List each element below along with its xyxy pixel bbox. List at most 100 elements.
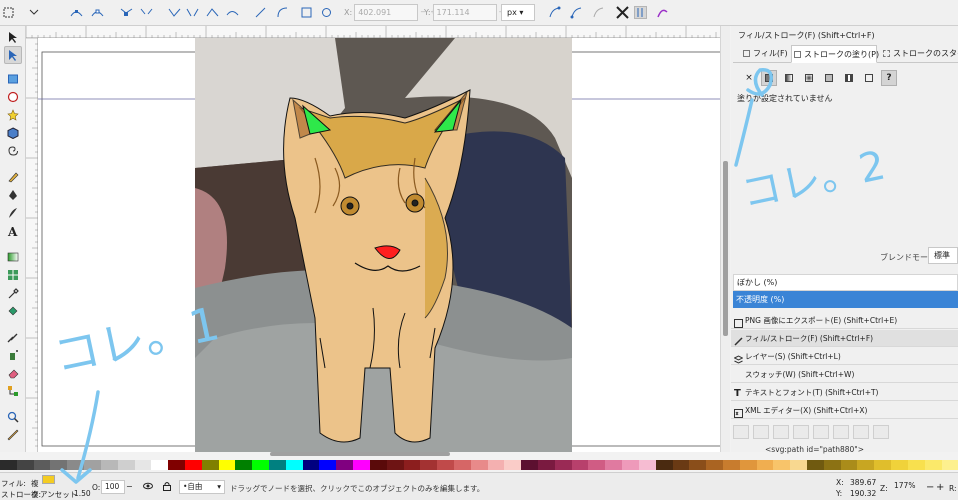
palette-swatch[interactable] — [739, 460, 757, 470]
no-paint-icon[interactable]: × — [741, 70, 757, 86]
connector-tool[interactable] — [4, 382, 22, 400]
palette-swatch[interactable] — [655, 460, 673, 470]
vertical-scrollbar-thumb[interactable] — [723, 161, 728, 336]
xml-node-item[interactable]: <svg:path id="path880"> — [765, 445, 864, 454]
blur-slider[interactable]: ぼかし (%) — [733, 274, 958, 291]
spiral-tool[interactable] — [4, 142, 22, 160]
palette-swatch[interactable] — [168, 460, 185, 470]
opacity-spin-icon[interactable]: − — [126, 482, 133, 491]
rectangle-tool[interactable] — [4, 70, 22, 88]
tab-stroke-style[interactable]: ストロークのスタイル(Y) — [881, 45, 958, 63]
line-segment-icon[interactable] — [254, 6, 267, 19]
palette-swatch[interactable] — [571, 460, 589, 470]
current-layer-select[interactable]: •自由 ▾ — [179, 480, 225, 494]
palette-swatch[interactable] — [773, 460, 791, 470]
transform-handles-icon[interactable] — [616, 6, 629, 19]
dock-text-font[interactable]: T テキストとフォント(T) (Shift+Ctrl+T) — [731, 384, 958, 401]
x-input[interactable]: 402.091 — [354, 4, 419, 21]
palette-swatch[interactable] — [538, 460, 555, 470]
unindent-node-button[interactable] — [813, 425, 829, 439]
delete-node-button[interactable] — [793, 425, 809, 439]
palette-swatch[interactable] — [470, 460, 488, 470]
palette-swatch[interactable] — [16, 460, 34, 470]
curve-segment-icon[interactable] — [276, 6, 289, 19]
node-tool[interactable] — [4, 46, 22, 64]
palette-swatch[interactable] — [672, 460, 690, 470]
dropper-tool[interactable] — [4, 284, 22, 302]
palette-swatch[interactable] — [756, 460, 774, 470]
show-handles-icon[interactable] — [548, 6, 561, 19]
fill-value[interactable]: 複 — [31, 478, 39, 489]
select-in-all-layers-icon[interactable] — [28, 6, 41, 19]
palette-swatch[interactable] — [0, 460, 17, 470]
palette-swatch[interactable] — [67, 460, 85, 470]
palette-swatch[interactable] — [605, 460, 623, 470]
blend-mode-select[interactable]: 標準 — [928, 247, 958, 264]
palette-swatch[interactable] — [790, 460, 807, 470]
palette-swatch[interactable] — [84, 460, 101, 470]
flat-color-icon[interactable] — [761, 70, 777, 86]
gradient-tool[interactable] — [4, 248, 22, 266]
palette-swatch[interactable] — [857, 460, 875, 470]
dock-fill-stroke[interactable]: フィル/ストローク(F) (Shift+Ctrl+F) — [731, 330, 958, 347]
palette-swatch[interactable] — [941, 460, 958, 470]
palette-swatch[interactable] — [588, 460, 606, 470]
zoom-in-button[interactable]: + — [936, 482, 944, 493]
palette-swatch[interactable] — [521, 460, 538, 470]
pattern-icon[interactable] — [841, 70, 857, 86]
tab-fill[interactable]: フィル(F) — [741, 45, 788, 63]
path-effect-icon[interactable] — [656, 6, 669, 19]
unset-paint-icon[interactable]: ? — [881, 70, 897, 86]
paint-bucket-tool[interactable] — [4, 302, 22, 320]
zoom-tool[interactable] — [4, 408, 22, 426]
calligraphy-tool[interactable] — [4, 204, 22, 222]
star-tool[interactable] — [4, 106, 22, 124]
zoom-input[interactable]: 177% — [891, 480, 925, 494]
dock-swatches[interactable]: スウォッチ(W) (Shift+Ctrl+W) — [731, 366, 958, 383]
palette-swatch[interactable] — [235, 460, 253, 470]
palette-swatch[interactable] — [706, 460, 723, 470]
horizontal-scrollbar-thumb[interactable] — [270, 452, 450, 456]
eraser-tool[interactable] — [4, 364, 22, 382]
indent-node-button[interactable] — [833, 425, 849, 439]
linear-gradient-icon[interactable] — [781, 70, 797, 86]
selector-tool[interactable] — [4, 28, 22, 46]
join-nodes-icon[interactable] — [120, 6, 133, 19]
palette-swatch[interactable] — [807, 460, 824, 470]
dock-png-export[interactable]: PNG 画像にエクスポート(E) (Shift+Ctrl+E) — [731, 312, 958, 329]
palette-swatch[interactable] — [907, 460, 925, 470]
opacity-input[interactable]: 100 — [101, 480, 125, 494]
horizontal-ruler[interactable] — [25, 26, 720, 38]
cusp-node-icon[interactable] — [206, 6, 219, 19]
text-tool[interactable]: A — [4, 222, 22, 240]
new-element-node-button[interactable] — [733, 425, 749, 439]
drawing-canvas[interactable] — [38, 38, 720, 452]
stroke-width-value[interactable]: 1.50 — [74, 489, 91, 498]
palette-swatch[interactable] — [504, 460, 522, 470]
new-text-node-button[interactable] — [753, 425, 769, 439]
path-outline-toggle-icon[interactable] — [634, 6, 647, 19]
delete-segment-icon[interactable] — [186, 6, 199, 19]
stroke-to-path-icon[interactable] — [320, 6, 333, 19]
delete-node-icon[interactable] — [91, 6, 104, 19]
palette-swatch[interactable] — [201, 460, 219, 470]
palette-swatch[interactable] — [319, 460, 337, 470]
mesh-tool[interactable] — [4, 266, 22, 284]
palette-swatch[interactable] — [269, 460, 286, 470]
layer-lock-icon[interactable] — [162, 481, 172, 493]
palette-swatch[interactable] — [487, 460, 505, 470]
stroke-value[interactable]: 複 — [31, 489, 39, 500]
layer-visibility-icon[interactable] — [143, 481, 153, 493]
smooth-node-icon[interactable] — [226, 6, 239, 19]
object-to-path-icon[interactable] — [300, 6, 313, 19]
palette-swatch[interactable] — [638, 460, 656, 470]
3d-box-tool[interactable] — [4, 124, 22, 142]
ellipse-tool[interactable] — [4, 88, 22, 106]
palette-swatch[interactable] — [151, 460, 169, 470]
palette-swatch[interactable] — [823, 460, 841, 470]
palette-swatch[interactable] — [437, 460, 454, 470]
palette-swatch[interactable] — [252, 460, 269, 470]
pencil-tool[interactable] — [4, 168, 22, 186]
y-input[interactable]: 171.114 — [432, 4, 497, 21]
palette-swatch[interactable] — [336, 460, 354, 470]
